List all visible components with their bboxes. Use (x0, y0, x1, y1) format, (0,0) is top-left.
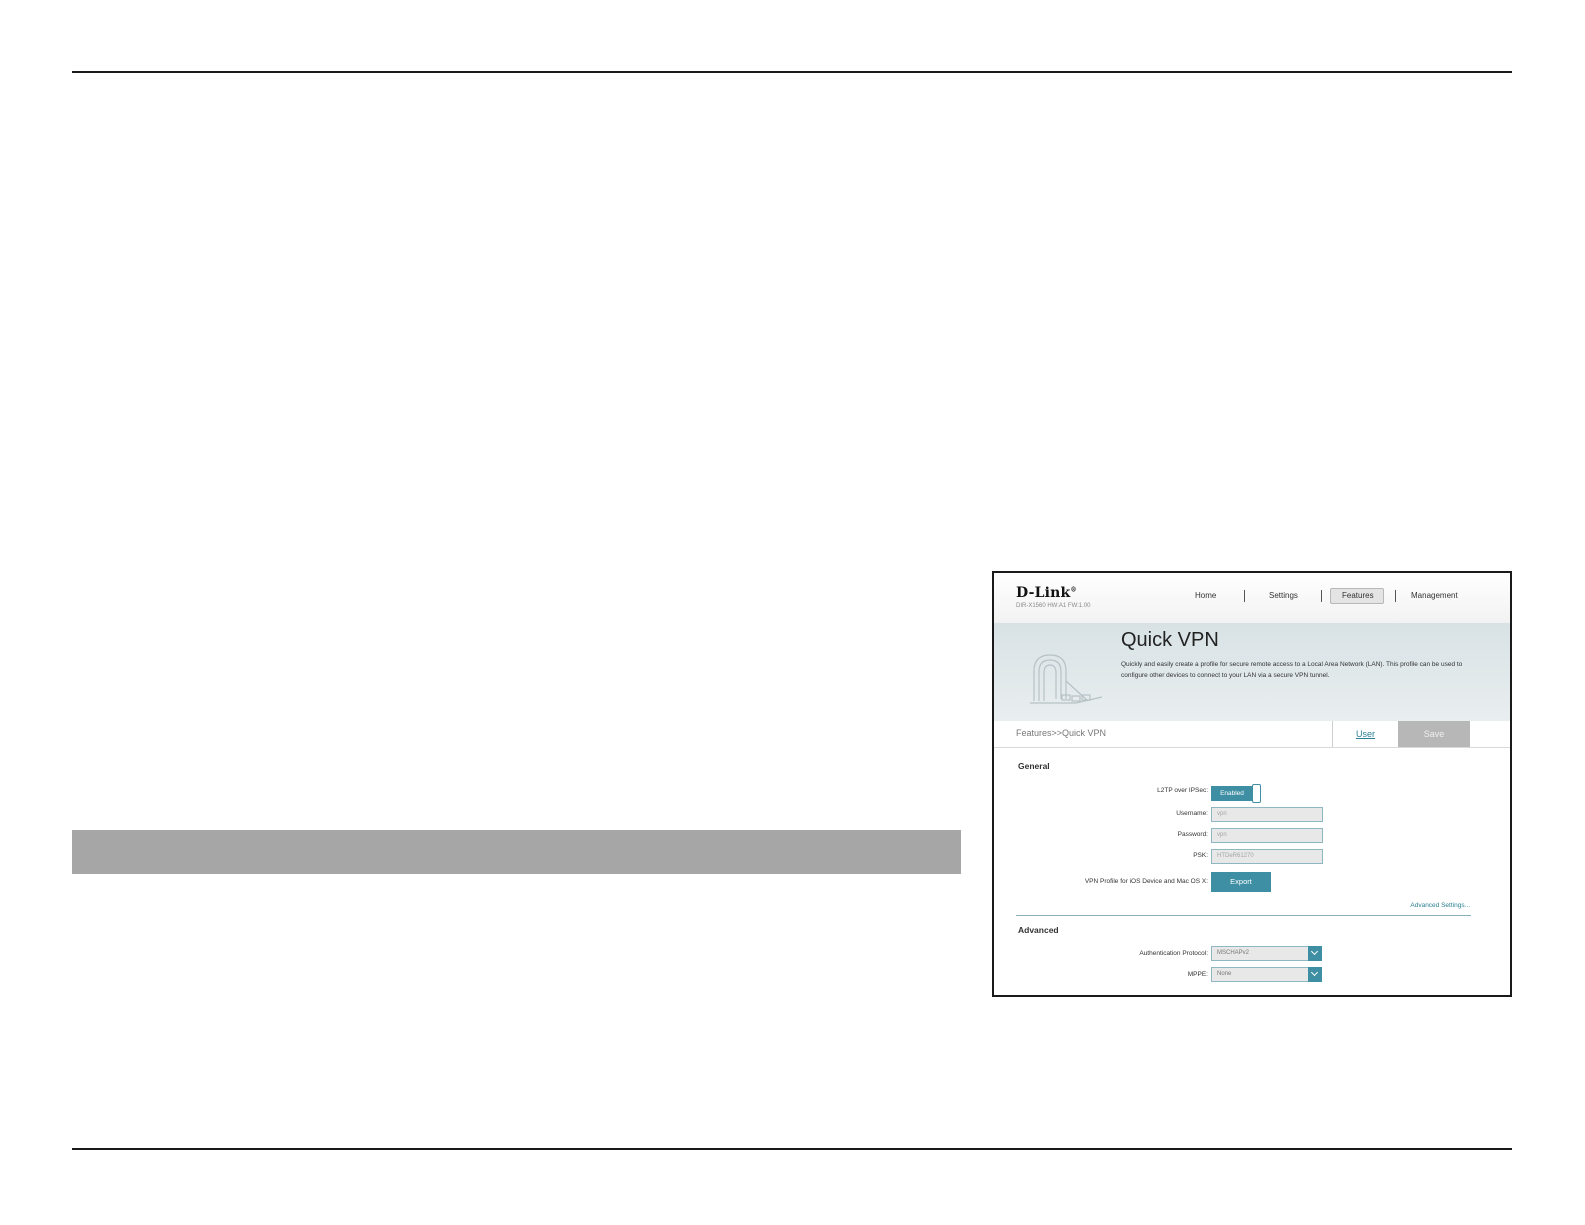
chevron-down-icon[interactable] (1308, 967, 1322, 982)
password-label: Password: (1177, 831, 1208, 838)
export-button[interactable]: Export (1211, 872, 1271, 892)
nav-separator (1321, 590, 1322, 602)
password-field[interactable]: vpn (1211, 828, 1323, 843)
nav-home[interactable]: Home (1195, 591, 1216, 600)
router-ui-screenshot: D-Link® DIR-X1560 HW:A1 FW:1.00 Home Set… (992, 571, 1512, 997)
username-field[interactable]: vpn (1211, 807, 1323, 822)
nav-separator (1244, 590, 1245, 602)
dlink-logo: D-Link® (1016, 585, 1077, 601)
l2tp-label: L2TP over IPSec: (1157, 787, 1208, 794)
auth-protocol-value: MSCHAPv2 (1217, 950, 1250, 956)
auth-protocol-label: Authentication Protocol: (1139, 950, 1208, 957)
section-bar (72, 830, 961, 874)
breadcrumb-bar: Features>>Quick VPN User Save (994, 721, 1510, 748)
general-heading: General (1018, 761, 1050, 771)
auth-protocol-select[interactable]: MSCHAPv2 (1211, 946, 1322, 961)
advanced-heading: Advanced (1018, 925, 1059, 935)
username-label: Username: (1176, 810, 1208, 817)
section-divider (1016, 915, 1471, 916)
nav-management[interactable]: Management (1411, 591, 1458, 600)
top-rule (72, 71, 1512, 73)
l2tp-toggle[interactable]: Enabled (1211, 784, 1261, 803)
vpn-tunnel-icon (1030, 654, 1103, 704)
nav-features[interactable]: Features (1342, 591, 1374, 600)
psk-field[interactable]: HTDeR61270 (1211, 849, 1323, 864)
mppe-select[interactable]: None (1211, 967, 1322, 982)
advanced-settings-link[interactable]: Advanced Settings... (1410, 902, 1470, 909)
model-info: DIR-X1560 HW:A1 FW:1.00 (1016, 603, 1091, 609)
user-link[interactable]: User (1332, 721, 1398, 747)
vpn-profile-label: VPN Profile for iOS Device and Mac OS X: (1084, 878, 1208, 885)
l2tp-state: Enabled (1211, 786, 1253, 801)
router-header: D-Link® DIR-X1560 HW:A1 FW:1.00 Home Set… (994, 573, 1510, 624)
nav-separator (1395, 590, 1396, 602)
chevron-down-icon[interactable] (1308, 946, 1322, 961)
toggle-knob (1252, 784, 1261, 803)
breadcrumb: Features>>Quick VPN (1016, 728, 1107, 738)
nav-settings[interactable]: Settings (1269, 591, 1298, 600)
psk-label: PSK: (1193, 852, 1208, 859)
bottom-rule (72, 1148, 1512, 1150)
save-button[interactable]: Save (1398, 721, 1470, 747)
mppe-label: MPPE: (1187, 971, 1208, 978)
page-description: Quickly and easily create a profile for … (1121, 661, 1463, 679)
page-title: Quick VPN (1121, 629, 1219, 651)
page-banner: Quick VPN Quickly and easily create a pr… (994, 623, 1510, 721)
mppe-value: None (1217, 971, 1232, 977)
